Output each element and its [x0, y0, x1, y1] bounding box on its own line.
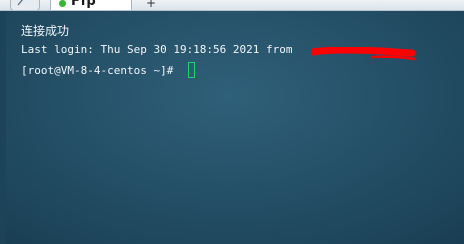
terminal-tab-icon: [17, 0, 23, 6]
terminal-cursor: [188, 62, 195, 78]
app-window: Fip + 连接成功 Last login: Thu Sep 30 19:18:…: [0, 0, 464, 244]
terminal-prompt: [root@VM-8-4-centos ~]#: [21, 64, 180, 77]
redaction-scribble: [312, 47, 416, 61]
connected-status-icon: [59, 0, 66, 7]
new-tab-button[interactable]: +: [146, 0, 156, 10]
terminal-line-last-login: Last login: Thu Sep 30 19:18:56 2021 fro…: [21, 43, 300, 56]
tab-active-session[interactable]: Fip: [50, 0, 132, 10]
tab-bar: Fip +: [0, 0, 464, 11]
terminal-output[interactable]: 连接成功 Last login: Thu Sep 30 19:18:56 202…: [0, 11, 464, 244]
tab-previous[interactable]: [10, 0, 40, 10]
terminal-line-connected: 连接成功: [21, 24, 70, 38]
tab-label: Fip: [71, 0, 97, 9]
